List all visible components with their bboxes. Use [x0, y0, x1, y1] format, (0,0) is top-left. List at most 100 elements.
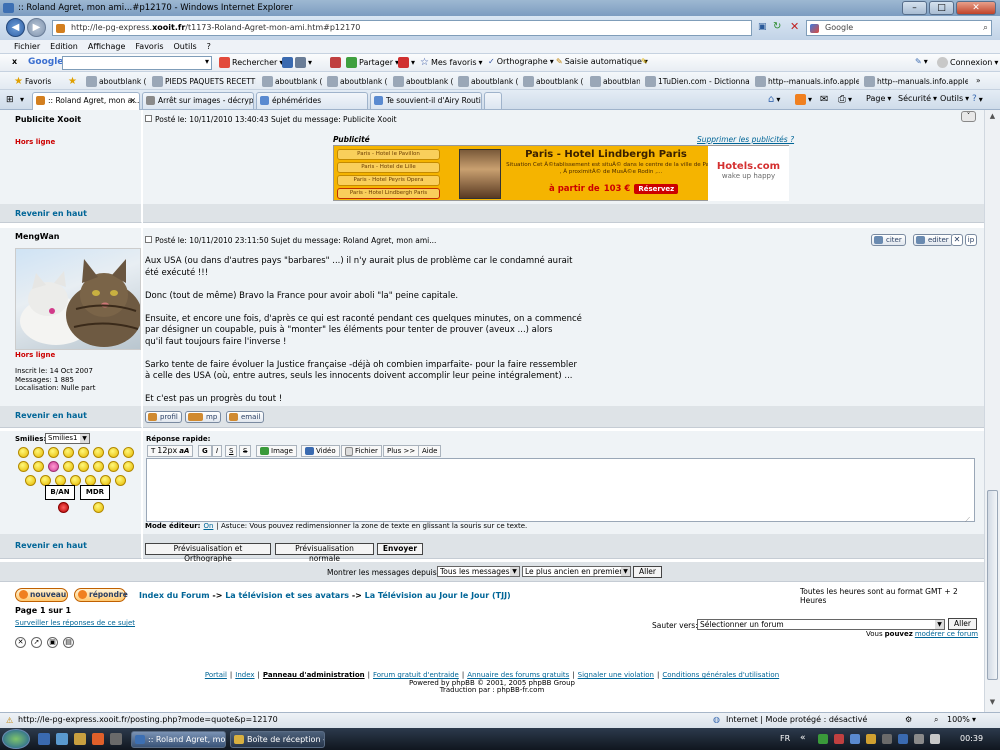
tray-icon[interactable] — [930, 734, 940, 744]
tab-arret-sur-images[interactable]: Arrêt sur images - décrypt... — [142, 92, 254, 109]
menu-help[interactable]: ? — [207, 42, 211, 51]
quicklaunch-icon[interactable] — [56, 733, 68, 745]
collapse-button[interactable]: ˅ — [961, 111, 976, 122]
smiley-icon[interactable] — [108, 461, 119, 472]
partager-button[interactable]: Partager ▾ — [346, 57, 399, 68]
toolbar-close-button[interactable]: x — [12, 57, 17, 66]
delete-topic-icon[interactable]: ✕ — [15, 637, 26, 648]
start-button[interactable] — [2, 729, 30, 749]
tab-roland-agret[interactable]: :: Roland Agret, mon a... ✕ — [32, 92, 140, 110]
smiley-icon[interactable] — [33, 461, 44, 472]
back-to-top-link[interactable]: Revenir en haut — [15, 411, 87, 420]
breadcrumb-tv[interactable]: La télévision et ses avatars — [225, 591, 349, 600]
footer-link[interactable]: Annuaire des forums gratuits — [467, 671, 569, 679]
new-topic-button[interactable]: nouveau — [15, 588, 68, 602]
tab-airy-routier[interactable]: Te souvient-il d'Airy Routi... — [370, 92, 482, 109]
remove-ads-link[interactable]: Supprimer les publicités ? — [697, 135, 794, 144]
split-topic-icon[interactable]: ▤ — [63, 637, 74, 648]
watch-topic-link[interactable]: Surveiller les réponses de ce sujet — [15, 619, 135, 627]
footer-link[interactable]: Signaler une violation — [578, 671, 654, 679]
send-button[interactable]: Envoyer — [377, 543, 423, 555]
toolbar-icon-group-1[interactable]: ▾ — [282, 57, 312, 68]
tray-arrow-icon[interactable]: « — [800, 733, 806, 743]
zoom-dropdown-icon[interactable]: ▾ — [972, 713, 976, 727]
language-indicator[interactable]: FR — [780, 734, 790, 743]
taskbar-mail-window[interactable]: Boîte de réception - ... — [230, 731, 325, 748]
fav-item[interactable]: aboutblank — [590, 76, 640, 87]
ad-hotel-item[interactable]: Paris - Hotel le Pavillon — [337, 149, 440, 160]
close-tab-icon[interactable]: ✕ — [130, 93, 136, 108]
search-input[interactable]: Google ⌕ — [806, 20, 992, 36]
smiley-icon[interactable] — [33, 447, 44, 458]
menu-edition[interactable]: Edition — [50, 42, 78, 51]
ip-info-icon[interactable]: ip — [965, 234, 977, 246]
email-button[interactable]: email — [226, 411, 265, 423]
quicklaunch-icon[interactable] — [110, 733, 122, 745]
mes-favoris-button[interactable]: ☆ Mes favoris ▾ — [420, 57, 483, 68]
smiley-icon[interactable] — [93, 502, 104, 513]
add-favorite-icon[interactable]: ★ — [68, 76, 77, 87]
smiley-icon[interactable] — [18, 447, 29, 458]
scroll-thumb[interactable] — [987, 490, 998, 680]
help-button[interactable]: ? ▾ — [972, 94, 983, 104]
tray-icon[interactable] — [818, 734, 828, 744]
refresh-icon[interactable]: ↻ — [773, 21, 781, 32]
delete-post-icon[interactable]: ✕ — [951, 234, 963, 246]
video-button[interactable]: Vidéo — [301, 445, 340, 457]
display-go-button[interactable]: Aller — [633, 566, 662, 578]
zoom-magnifier-icon[interactable]: ⌕ — [934, 713, 938, 727]
home-button[interactable]: ⌂ ▾ — [768, 94, 780, 105]
preview-ortho-button[interactable]: Prévisualisation et Orthographe — [145, 543, 271, 563]
smiley-icon[interactable] — [123, 447, 134, 458]
tab-list-icon[interactable]: ▾ — [20, 95, 24, 104]
vertical-scrollbar[interactable]: ▲ ▼ — [984, 110, 1000, 712]
address-bar[interactable]: http://le-pg-express.xooit.fr/t1173-Rola… — [52, 20, 752, 36]
more-button[interactable]: Plus >> — [383, 445, 420, 457]
blocker-button[interactable]: ▾ — [398, 57, 415, 68]
feeds-button[interactable]: ▾ — [795, 94, 812, 105]
fav-item[interactable]: aboutblank (2) — [523, 76, 583, 87]
fav-item[interactable]: 1TuDien.com - Dictionnai... — [645, 76, 750, 87]
search-dropdown-icon[interactable]: ▾ — [205, 57, 209, 66]
volume-icon[interactable] — [914, 734, 924, 744]
image-button[interactable]: Image — [256, 445, 297, 457]
tab-ephemerides[interactable]: éphémérides — [256, 92, 368, 109]
fav-item[interactable]: http--manuals.info.apple.... — [864, 76, 968, 87]
smiley-icon[interactable] — [93, 447, 104, 458]
securite-menu[interactable]: Sécurité ▾ — [898, 94, 937, 103]
fav-item[interactable]: PIEDS PAQUETS RECETTE... — [152, 76, 256, 87]
smiley-icon[interactable] — [78, 461, 89, 472]
menu-outils[interactable]: Outils — [174, 42, 197, 51]
scroll-up-icon[interactable]: ▲ — [987, 112, 998, 123]
resize-grip-icon[interactable]: ⟋ — [965, 516, 970, 525]
zoom-level[interactable]: 100% — [947, 713, 970, 727]
underline-button[interactable]: S — [225, 445, 238, 457]
mdr-smiley-badge[interactable]: MDR — [80, 485, 110, 500]
saisie-auto-button[interactable]: ✎ Saisie automatique ▾ — [556, 57, 648, 66]
back-to-top-link[interactable]: Revenir en haut — [15, 209, 87, 218]
hotel-ad-banner[interactable]: Paris - Hotel le Pavillon Paris - Hotel … — [333, 145, 789, 201]
back-button[interactable]: ◀ — [6, 18, 25, 37]
scroll-down-icon[interactable]: ▼ — [987, 698, 998, 709]
ban-smiley-badge[interactable]: B/AN — [45, 485, 75, 500]
jump-forum-select[interactable]: Sélectionner un forum ▼ — [697, 619, 945, 630]
tray-icon[interactable] — [882, 734, 892, 744]
back-to-top-link[interactable]: Revenir en haut — [15, 541, 87, 550]
quicklaunch-icon[interactable] — [92, 733, 104, 745]
post2-author-name[interactable]: MengWan — [15, 232, 59, 241]
menu-fichier[interactable]: Fichier — [14, 42, 40, 51]
orthographe-button[interactable]: ✓ Orthographe ▾ — [488, 57, 554, 66]
quick-tabs-icon[interactable]: ⊞ — [6, 95, 14, 105]
smiley-icon[interactable] — [78, 447, 89, 458]
smiley-icon[interactable] — [93, 461, 104, 472]
close-window-button[interactable]: ✕ — [956, 1, 996, 15]
tray-icon[interactable] — [866, 734, 876, 744]
smiley-icon[interactable] — [123, 461, 134, 472]
profile-button[interactable]: profil — [145, 411, 182, 423]
smiley-icon[interactable] — [63, 461, 74, 472]
google-toolbar-search-input[interactable] — [62, 56, 212, 70]
footer-link[interactable]: Panneau d'administration — [263, 671, 365, 679]
mail-button[interactable]: ✉ — [820, 94, 828, 105]
tray-icon[interactable] — [834, 734, 844, 744]
display-since-select[interactable]: Tous les messages ▼ — [437, 566, 520, 577]
